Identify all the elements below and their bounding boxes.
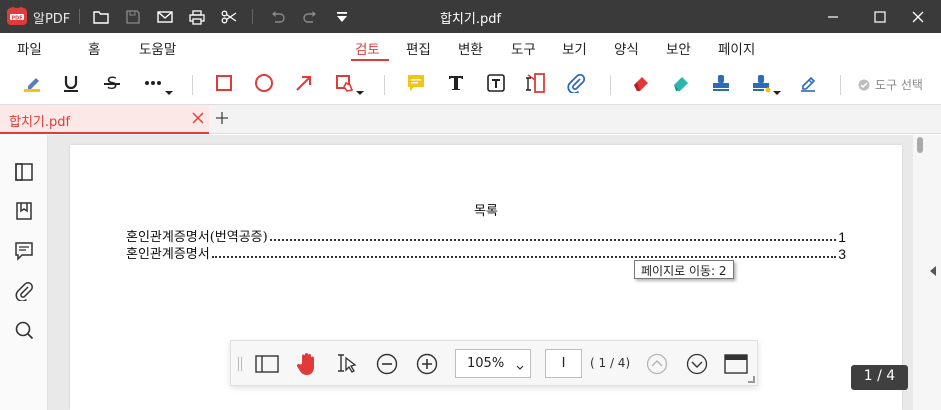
signature-stamp-icon[interactable] <box>748 70 781 96</box>
toggle-sidebar-icon[interactable] <box>254 351 280 377</box>
scissors-icon[interactable] <box>219 7 239 27</box>
strikethrough-icon[interactable]: S <box>99 70 125 96</box>
tab-label: 합치기.pdf <box>9 115 71 130</box>
scrollbar-thumb[interactable] <box>917 137 923 153</box>
toc-entry-page: 1 <box>838 229 846 245</box>
menu-bar: 파일 홈 도움말 검토 편집 변환 도구 보기 양식 보안 페이지 <box>0 33 941 63</box>
chevron-down-icon <box>773 91 781 95</box>
active-menu-underline <box>351 59 389 61</box>
menu-view[interactable]: 보기 <box>562 38 587 58</box>
dot-leader <box>211 256 837 258</box>
eraser-red-icon[interactable] <box>628 70 654 96</box>
menu-tools[interactable]: 도구 <box>511 38 536 58</box>
fit-page-icon[interactable] <box>723 351 749 377</box>
thumbnail-panel-icon[interactable] <box>12 160 36 184</box>
rectangle-icon[interactable] <box>211 70 237 96</box>
menu-page[interactable]: 페이지 <box>718 38 755 58</box>
print-icon[interactable] <box>187 7 207 27</box>
highlight-icon[interactable] <box>19 70 45 96</box>
resize-handle[interactable] <box>748 376 755 383</box>
menu-review[interactable]: 검토 <box>355 38 380 58</box>
underline-icon[interactable] <box>58 70 84 96</box>
dot-leader <box>269 239 837 241</box>
drag-handle[interactable] <box>238 357 242 371</box>
next-page-icon[interactable] <box>684 351 710 377</box>
page-number-input[interactable]: I <box>545 349 582 378</box>
toc-title: 목록 <box>474 204 498 219</box>
floating-nav-bar: 105% I ( 1 / 4) <box>230 340 758 386</box>
zoom-value: 105% <box>467 356 505 371</box>
new-tab-icon[interactable] <box>214 110 230 126</box>
toolbar-separator <box>192 75 193 95</box>
callout-icon[interactable] <box>523 70 549 96</box>
menu-forms[interactable]: 양식 <box>614 38 639 58</box>
review-toolbar: S <box>0 63 941 105</box>
close-button[interactable] <box>895 0 941 33</box>
hand-tool-icon[interactable] <box>294 351 320 377</box>
text-icon[interactable] <box>443 70 469 96</box>
document-tab[interactable]: 합치기.pdf <box>0 105 209 134</box>
toc-entry-link[interactable]: 혼인관계증명서 3 <box>126 246 846 262</box>
open-folder-icon[interactable] <box>91 7 111 27</box>
minimize-button[interactable] <box>810 0 856 33</box>
menu-security[interactable]: 보안 <box>666 38 691 58</box>
tool-select-button[interactable]: 도구 선택 <box>858 76 923 93</box>
title-separator <box>252 9 253 24</box>
comment-icon[interactable] <box>12 239 36 263</box>
search-icon[interactable] <box>12 318 36 342</box>
redo-icon[interactable] <box>300 7 320 27</box>
more-markup-icon[interactable] <box>140 70 173 96</box>
toolbar-separator <box>384 75 385 95</box>
app-name: 알PDF <box>33 12 71 27</box>
check-circle-icon <box>858 79 870 90</box>
zoom-select[interactable]: 105% <box>455 349 531 378</box>
toc-entry-link[interactable]: 혼인관계증명서(번역공증) 1 <box>126 229 846 245</box>
app-logo-icon: PDF <box>6 5 28 27</box>
chevron-down-icon <box>516 361 524 370</box>
toolbar-separator <box>610 75 611 95</box>
title-bar: PDF 알PDF 합치기.pdf <box>0 0 941 33</box>
close-tab-icon[interactable] <box>191 111 205 125</box>
shape-polygon-icon[interactable] <box>331 70 364 96</box>
select-text-tool-icon[interactable] <box>334 351 360 377</box>
chevron-down-icon <box>165 91 173 95</box>
expand-right-panel-icon[interactable] <box>930 266 936 276</box>
toc-entry-title: 혼인관계증명서 <box>126 247 210 262</box>
menu-edit[interactable]: 편집 <box>406 38 431 58</box>
arrow-icon[interactable] <box>291 70 317 96</box>
document-tab-bar: 합치기.pdf <box>0 105 941 134</box>
sticky-note-icon[interactable] <box>403 70 429 96</box>
mail-icon[interactable] <box>155 7 175 27</box>
previous-page-icon[interactable] <box>644 351 670 377</box>
vertical-scrollbar[interactable] <box>913 135 941 410</box>
zoom-in-icon[interactable] <box>414 351 440 377</box>
menu-file[interactable]: 파일 <box>17 38 42 58</box>
chevron-down-icon <box>356 91 364 95</box>
zoom-out-icon[interactable] <box>374 351 400 377</box>
signature-pen-icon[interactable] <box>795 70 821 96</box>
attachment-panel-icon[interactable] <box>12 279 36 303</box>
svg-text:PDF: PDF <box>11 15 22 21</box>
undo-icon[interactable] <box>268 7 288 27</box>
toc-entry-page: 3 <box>838 246 846 262</box>
menu-convert[interactable]: 변환 <box>458 38 483 58</box>
link-tooltip: 페이지로 이동: 2 <box>634 260 734 279</box>
menu-help[interactable]: 도움말 <box>139 38 176 58</box>
eraser-icon[interactable] <box>668 70 694 96</box>
page-indicator: 1 / 4 <box>851 365 908 390</box>
title-separator <box>79 9 80 24</box>
tool-select-label: 도구 선택 <box>875 78 923 92</box>
side-panel <box>0 135 58 410</box>
ellipse-icon[interactable] <box>251 70 277 96</box>
page-count: ( 1 / 4) <box>590 356 631 370</box>
textbox-icon[interactable] <box>483 70 509 96</box>
stamp-icon[interactable] <box>708 70 734 96</box>
quick-access-dropdown-icon[interactable] <box>332 7 352 27</box>
save-icon[interactable] <box>123 7 143 27</box>
attachment-icon[interactable] <box>563 70 589 96</box>
bookmark-icon[interactable] <box>12 199 36 223</box>
menu-home[interactable]: 홈 <box>88 38 100 58</box>
toolbar-separator <box>840 75 841 95</box>
